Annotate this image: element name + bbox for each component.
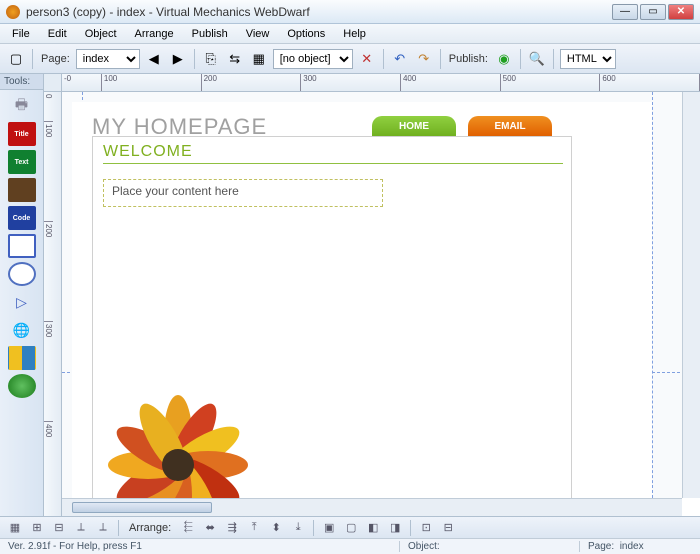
page-prev-icon[interactable]: ◀ <box>144 49 164 69</box>
align-bottom-icon[interactable]: ⤓ <box>289 520 307 536</box>
bottom-toolbar: ▦ ⊞ ⊟ ⟂ ⟂ Arrange: ⬱ ⬌ ⇶ ⤒ ⬍ ⤓ ▣ ▢ ◧ ◨ ⊡… <box>0 516 700 538</box>
group-icon[interactable]: ⊡ <box>417 520 435 536</box>
status-version: Ver. 2.91f - For Help, press F1 <box>0 541 400 552</box>
ruler-origin <box>44 74 62 92</box>
window-title: person3 (copy) - index - Virtual Mechani… <box>26 5 612 19</box>
menu-help[interactable]: Help <box>335 26 374 42</box>
ruler-tick: 400 <box>401 74 501 91</box>
tool-ellipse-icon[interactable] <box>8 262 36 286</box>
ruler-tick: 100 <box>102 74 202 91</box>
scrollbar-thumb[interactable] <box>72 502 212 513</box>
ruler-vertical: 0 100 200 300 400 <box>44 92 62 516</box>
tool-print-icon[interactable]: 🖶 <box>8 94 36 118</box>
format-select[interactable]: HTML <box>560 49 616 69</box>
vertical-scrollbar[interactable] <box>682 92 700 498</box>
align-top-icon[interactable]: ⤒ <box>245 520 263 536</box>
tool-rectangle-icon[interactable] <box>8 234 36 258</box>
ruler-tick: 0 <box>44 92 53 122</box>
align-center-v-icon[interactable]: ⬍ <box>267 520 285 536</box>
divider-line <box>103 163 563 164</box>
tool-chart-icon[interactable] <box>8 346 36 370</box>
tools-panel: Tools: 🖶 Title Text Code ▷ 🌐 <box>0 74 44 516</box>
link-icon[interactable]: ⇆ <box>225 49 245 69</box>
snap-object-icon[interactable]: ⊟ <box>50 520 68 536</box>
align-left-icon[interactable]: ⬱ <box>179 520 197 536</box>
snap-v-icon[interactable]: ⟂ <box>72 520 90 536</box>
ruler-tick: 300 <box>44 322 53 422</box>
menu-publish[interactable]: Publish <box>184 26 236 42</box>
nav-home-button[interactable]: HOME <box>372 116 456 136</box>
publish-label: Publish: <box>449 53 488 65</box>
snap-guide-icon[interactable]: ⊞ <box>28 520 46 536</box>
minimize-button[interactable]: — <box>612 4 638 20</box>
ruler-tick: 500 <box>501 74 601 91</box>
tool-line-icon[interactable]: ▷ <box>8 290 36 314</box>
guide-vertical[interactable] <box>652 92 653 498</box>
grid-icon[interactable]: ▦ <box>249 49 269 69</box>
content-box[interactable]: WELCOME Place your content here <box>92 136 572 498</box>
ruler-tick: 200 <box>202 74 302 91</box>
status-object: Object: <box>400 541 580 552</box>
send-backward-icon[interactable]: ◨ <box>386 520 404 536</box>
page-next-icon[interactable]: ▶ <box>168 49 188 69</box>
menu-arrange[interactable]: Arrange <box>127 26 182 42</box>
redo-icon[interactable]: ↷ <box>414 49 434 69</box>
app-icon <box>6 5 20 19</box>
delete-icon[interactable]: ✕ <box>357 49 377 69</box>
tools-header: Tools: <box>0 74 43 90</box>
align-center-h-icon[interactable]: ⬌ <box>201 520 219 536</box>
ruler-tick: 200 <box>44 222 53 322</box>
titlebar: person3 (copy) - index - Virtual Mechani… <box>0 0 700 24</box>
canvas-area[interactable]: -0 100 200 300 400 500 600 0 100 200 300… <box>44 74 700 516</box>
page-label: Page: <box>41 53 70 65</box>
ruler-tick: 400 <box>44 422 53 516</box>
tool-code-icon[interactable]: Code <box>8 206 36 230</box>
ruler-tick: 100 <box>44 122 53 222</box>
nav-email-button[interactable]: EMAIL <box>468 116 552 136</box>
ruler-tick: -0 <box>62 74 102 91</box>
clone-icon[interactable]: ⎘ <box>201 49 221 69</box>
close-button[interactable]: ✕ <box>668 4 694 20</box>
send-back-icon[interactable]: ▢ <box>342 520 360 536</box>
tool-text-icon[interactable]: Text <box>8 150 36 174</box>
maximize-button[interactable]: ▭ <box>640 4 666 20</box>
undo-icon[interactable]: ↶ <box>390 49 410 69</box>
status-page: Page: index <box>580 541 700 552</box>
ruler-tick: 600 <box>600 74 700 91</box>
page-select[interactable]: index <box>76 49 140 69</box>
tool-image-icon[interactable] <box>8 178 36 202</box>
menu-object[interactable]: Object <box>77 26 125 42</box>
ungroup-icon[interactable]: ⊟ <box>439 520 457 536</box>
statusbar: Ver. 2.91f - For Help, press F1 Object: … <box>0 538 700 554</box>
bring-front-icon[interactable]: ▣ <box>320 520 338 536</box>
new-page-icon[interactable]: ▢ <box>6 49 26 69</box>
welcome-heading[interactable]: WELCOME <box>103 143 193 161</box>
arrange-label: Arrange: <box>129 522 171 534</box>
content-placeholder[interactable]: Place your content here <box>103 179 383 207</box>
bring-forward-icon[interactable]: ◧ <box>364 520 382 536</box>
horizontal-scrollbar[interactable] <box>62 498 682 516</box>
page-viewport[interactable]: MY HOMEPAGE HOME EMAIL WELCOME Place you… <box>62 92 700 498</box>
menubar: File Edit Object Arrange Publish View Op… <box>0 24 700 44</box>
flower-image[interactable] <box>93 395 263 498</box>
object-select[interactable]: [no object] <box>273 49 353 69</box>
page-canvas[interactable]: MY HOMEPAGE HOME EMAIL WELCOME Place you… <box>72 102 652 498</box>
tool-globe-icon[interactable]: 🌐 <box>8 318 36 342</box>
menu-file[interactable]: File <box>4 26 38 42</box>
menu-options[interactable]: Options <box>279 26 333 42</box>
tool-swirl-icon[interactable] <box>8 374 36 398</box>
snap-h-icon[interactable]: ⟂ <box>94 520 112 536</box>
menu-view[interactable]: View <box>238 26 278 42</box>
menu-edit[interactable]: Edit <box>40 26 75 42</box>
align-right-icon[interactable]: ⇶ <box>223 520 241 536</box>
snap-grid-icon[interactable]: ▦ <box>6 520 24 536</box>
publish-web-icon[interactable]: ◉ <box>494 49 514 69</box>
preview-icon[interactable]: 🔍 <box>527 49 547 69</box>
ruler-horizontal: -0 100 200 300 400 500 600 <box>62 74 700 92</box>
toolbar: ▢ Page: index ◀ ▶ ⎘ ⇆ ▦ [no object] ✕ ↶ … <box>0 44 700 74</box>
tool-title-icon[interactable]: Title <box>8 122 36 146</box>
ruler-tick: 300 <box>301 74 401 91</box>
